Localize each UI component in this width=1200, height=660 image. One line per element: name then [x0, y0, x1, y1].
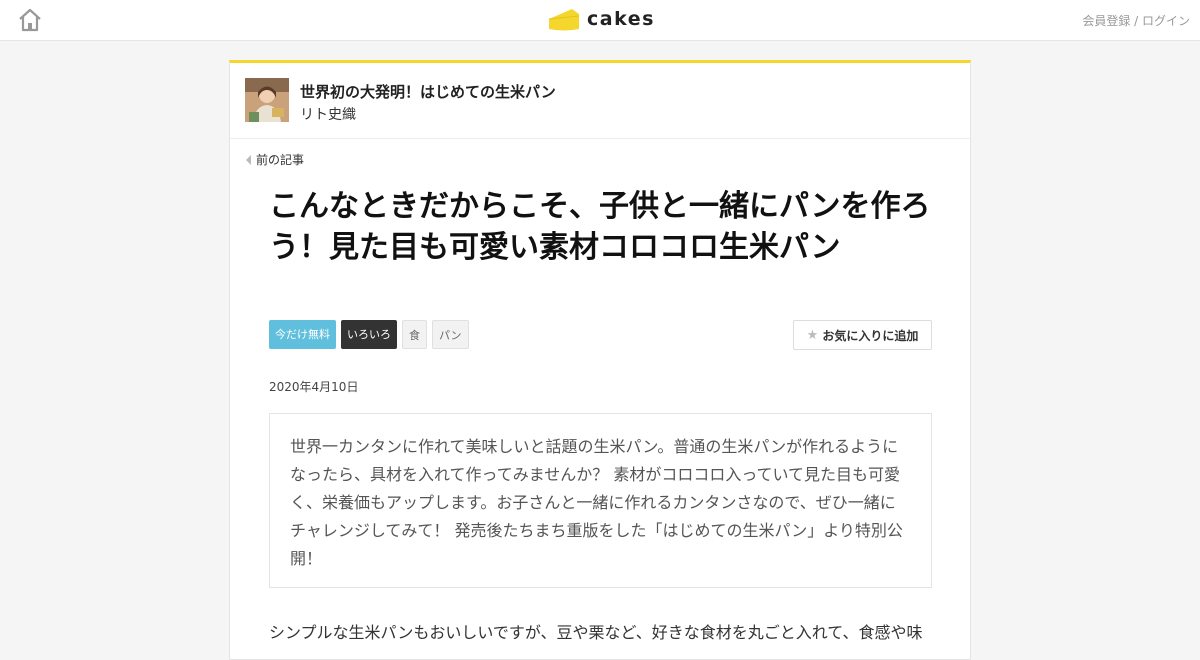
cake-logo-icon [548, 9, 580, 31]
series-header[interactable]: 世界初の大発明！はじめての生米パン リト史織 [230, 63, 970, 139]
series-title[interactable]: 世界初の大発明！はじめての生米パン [300, 81, 556, 102]
home-icon[interactable] [17, 7, 43, 33]
signup-login-link[interactable]: 会員登録 / ログイン [1082, 12, 1190, 29]
star-icon: ★ [806, 327, 819, 343]
previous-article-link[interactable]: 前の記事 [246, 151, 304, 168]
tag-category[interactable]: いろいろ [341, 320, 397, 349]
previous-article-label: 前の記事 [256, 153, 305, 167]
article-body: シンプルな生米パンもおいしいですが、豆や栗など、好きな食材を丸ごと入れて、食感や… [269, 623, 923, 642]
top-bar: cakes 会員登録 / ログイン [0, 0, 1200, 41]
series-author[interactable]: リト史織 [300, 104, 356, 124]
tag-bread[interactable]: パン [432, 320, 469, 349]
author-avatar [245, 78, 289, 122]
article-title: こんなときだからこそ、子供と一緒にパンを作ろう！見た目も可愛い素材コロコロ生米パ… [269, 189, 931, 265]
logo-text: cakes [587, 8, 655, 30]
add-favorite-button[interactable]: ★ お気に入りに追加 [793, 320, 932, 350]
add-favorite-label: お気に入りに追加 [822, 328, 919, 343]
logo[interactable]: cakes [548, 5, 655, 33]
article-card: 世界初の大発明！はじめての生米パン リト史織 前の記事 こんなときだからこそ、子… [229, 60, 971, 660]
tag-free[interactable]: 今だけ無料 [269, 320, 336, 349]
article-lead: 世界一カンタンに作れて美味しいと話題の生米パン。普通の生米パンが作れるようになっ… [269, 413, 932, 588]
chevron-left-icon [246, 154, 251, 165]
tag-list: 今だけ無料 いろいろ 食 パン [269, 320, 474, 349]
tag-food[interactable]: 食 [402, 320, 427, 349]
publish-date: 2020年4月10日 [269, 380, 359, 394]
